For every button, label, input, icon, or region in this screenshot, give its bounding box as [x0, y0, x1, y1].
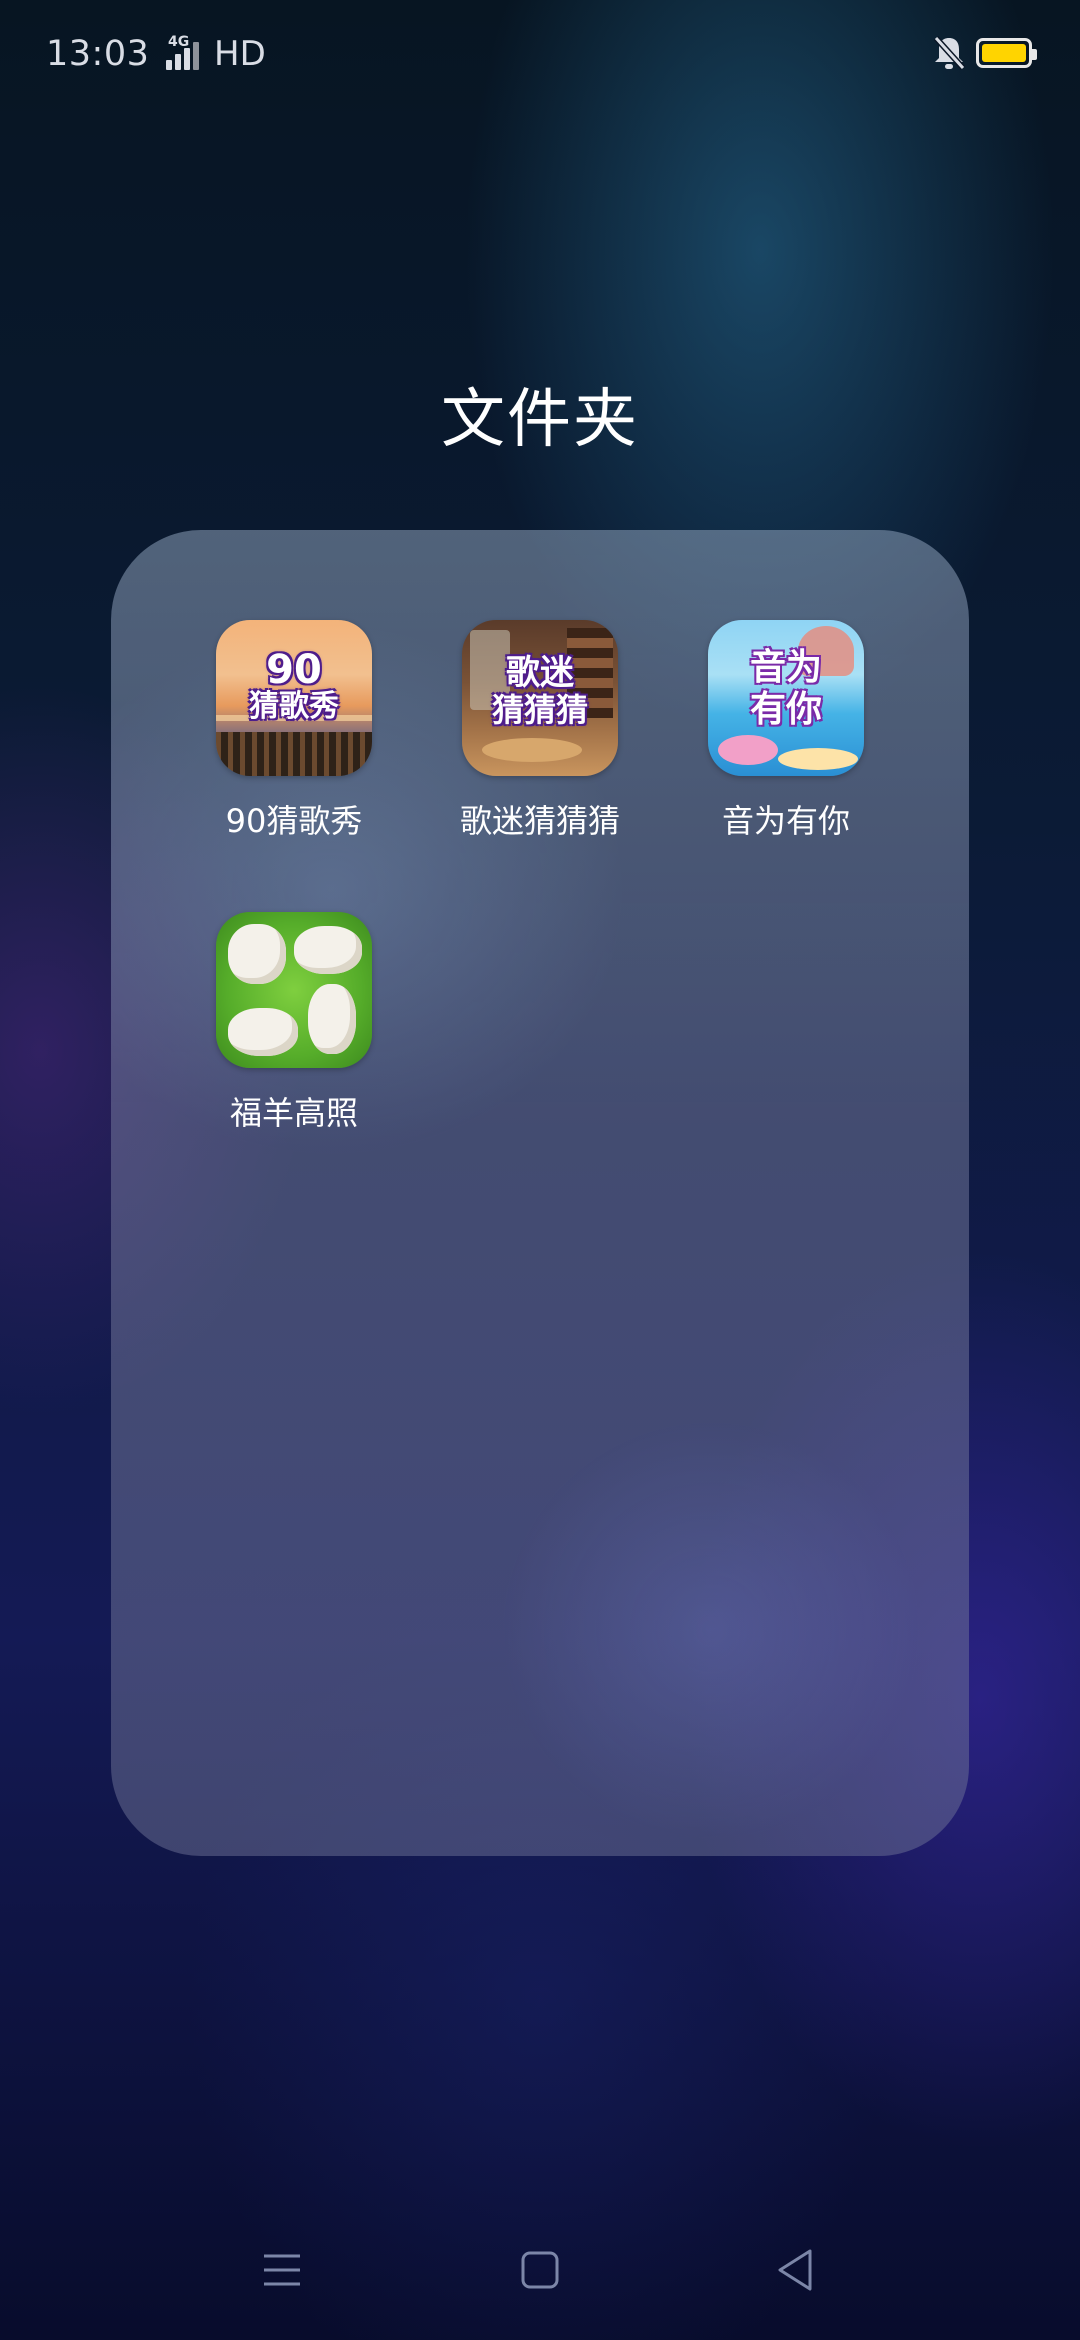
signal-icon: 4G — [152, 34, 210, 74]
menu-icon[interactable] — [252, 2240, 312, 2300]
battery-icon — [976, 38, 1037, 68]
app-90-guess-song[interactable]: 90 猜歌秀 90猜歌秀 — [199, 620, 389, 842]
back-icon[interactable] — [766, 2240, 826, 2300]
mute-bell-icon — [932, 34, 966, 72]
app-icon-90-guess-song[interactable]: 90 猜歌秀 — [216, 620, 372, 776]
hd-label: HD — [214, 34, 266, 74]
app-icon-fan-guess[interactable]: 歌迷 猜猜猜 — [462, 620, 618, 776]
folder-panel: 90 猜歌秀 90猜歌秀 歌迷 猜猜猜 歌迷猜猜猜 音为 有你 音为有你 福羊高… — [111, 530, 969, 1856]
app-lucky-sheep[interactable]: 福羊高照 — [199, 912, 389, 1134]
folder-title[interactable]: 文件夹 — [0, 368, 1080, 460]
battery-level — [982, 44, 1026, 62]
app-fan-guess[interactable]: 歌迷 猜猜猜 歌迷猜猜猜 — [445, 620, 635, 842]
app-icon-lucky-sheep[interactable] — [216, 912, 372, 1068]
app-label: 音为有你 — [721, 802, 850, 840]
app-label: 90猜歌秀 — [225, 802, 363, 840]
status-bar: 13:03 4G HD — [0, 0, 1080, 108]
app-music-with-you[interactable]: 音为 有你 音为有你 — [691, 620, 881, 842]
navigation-bar — [0, 2230, 1080, 2310]
app-label: 歌迷猜猜猜 — [459, 802, 620, 840]
home-icon[interactable] — [510, 2240, 570, 2300]
app-label: 福羊高照 — [229, 1094, 358, 1132]
app-icon-music-with-you[interactable]: 音为 有你 — [708, 620, 864, 776]
status-time: 13:03 — [46, 34, 150, 74]
